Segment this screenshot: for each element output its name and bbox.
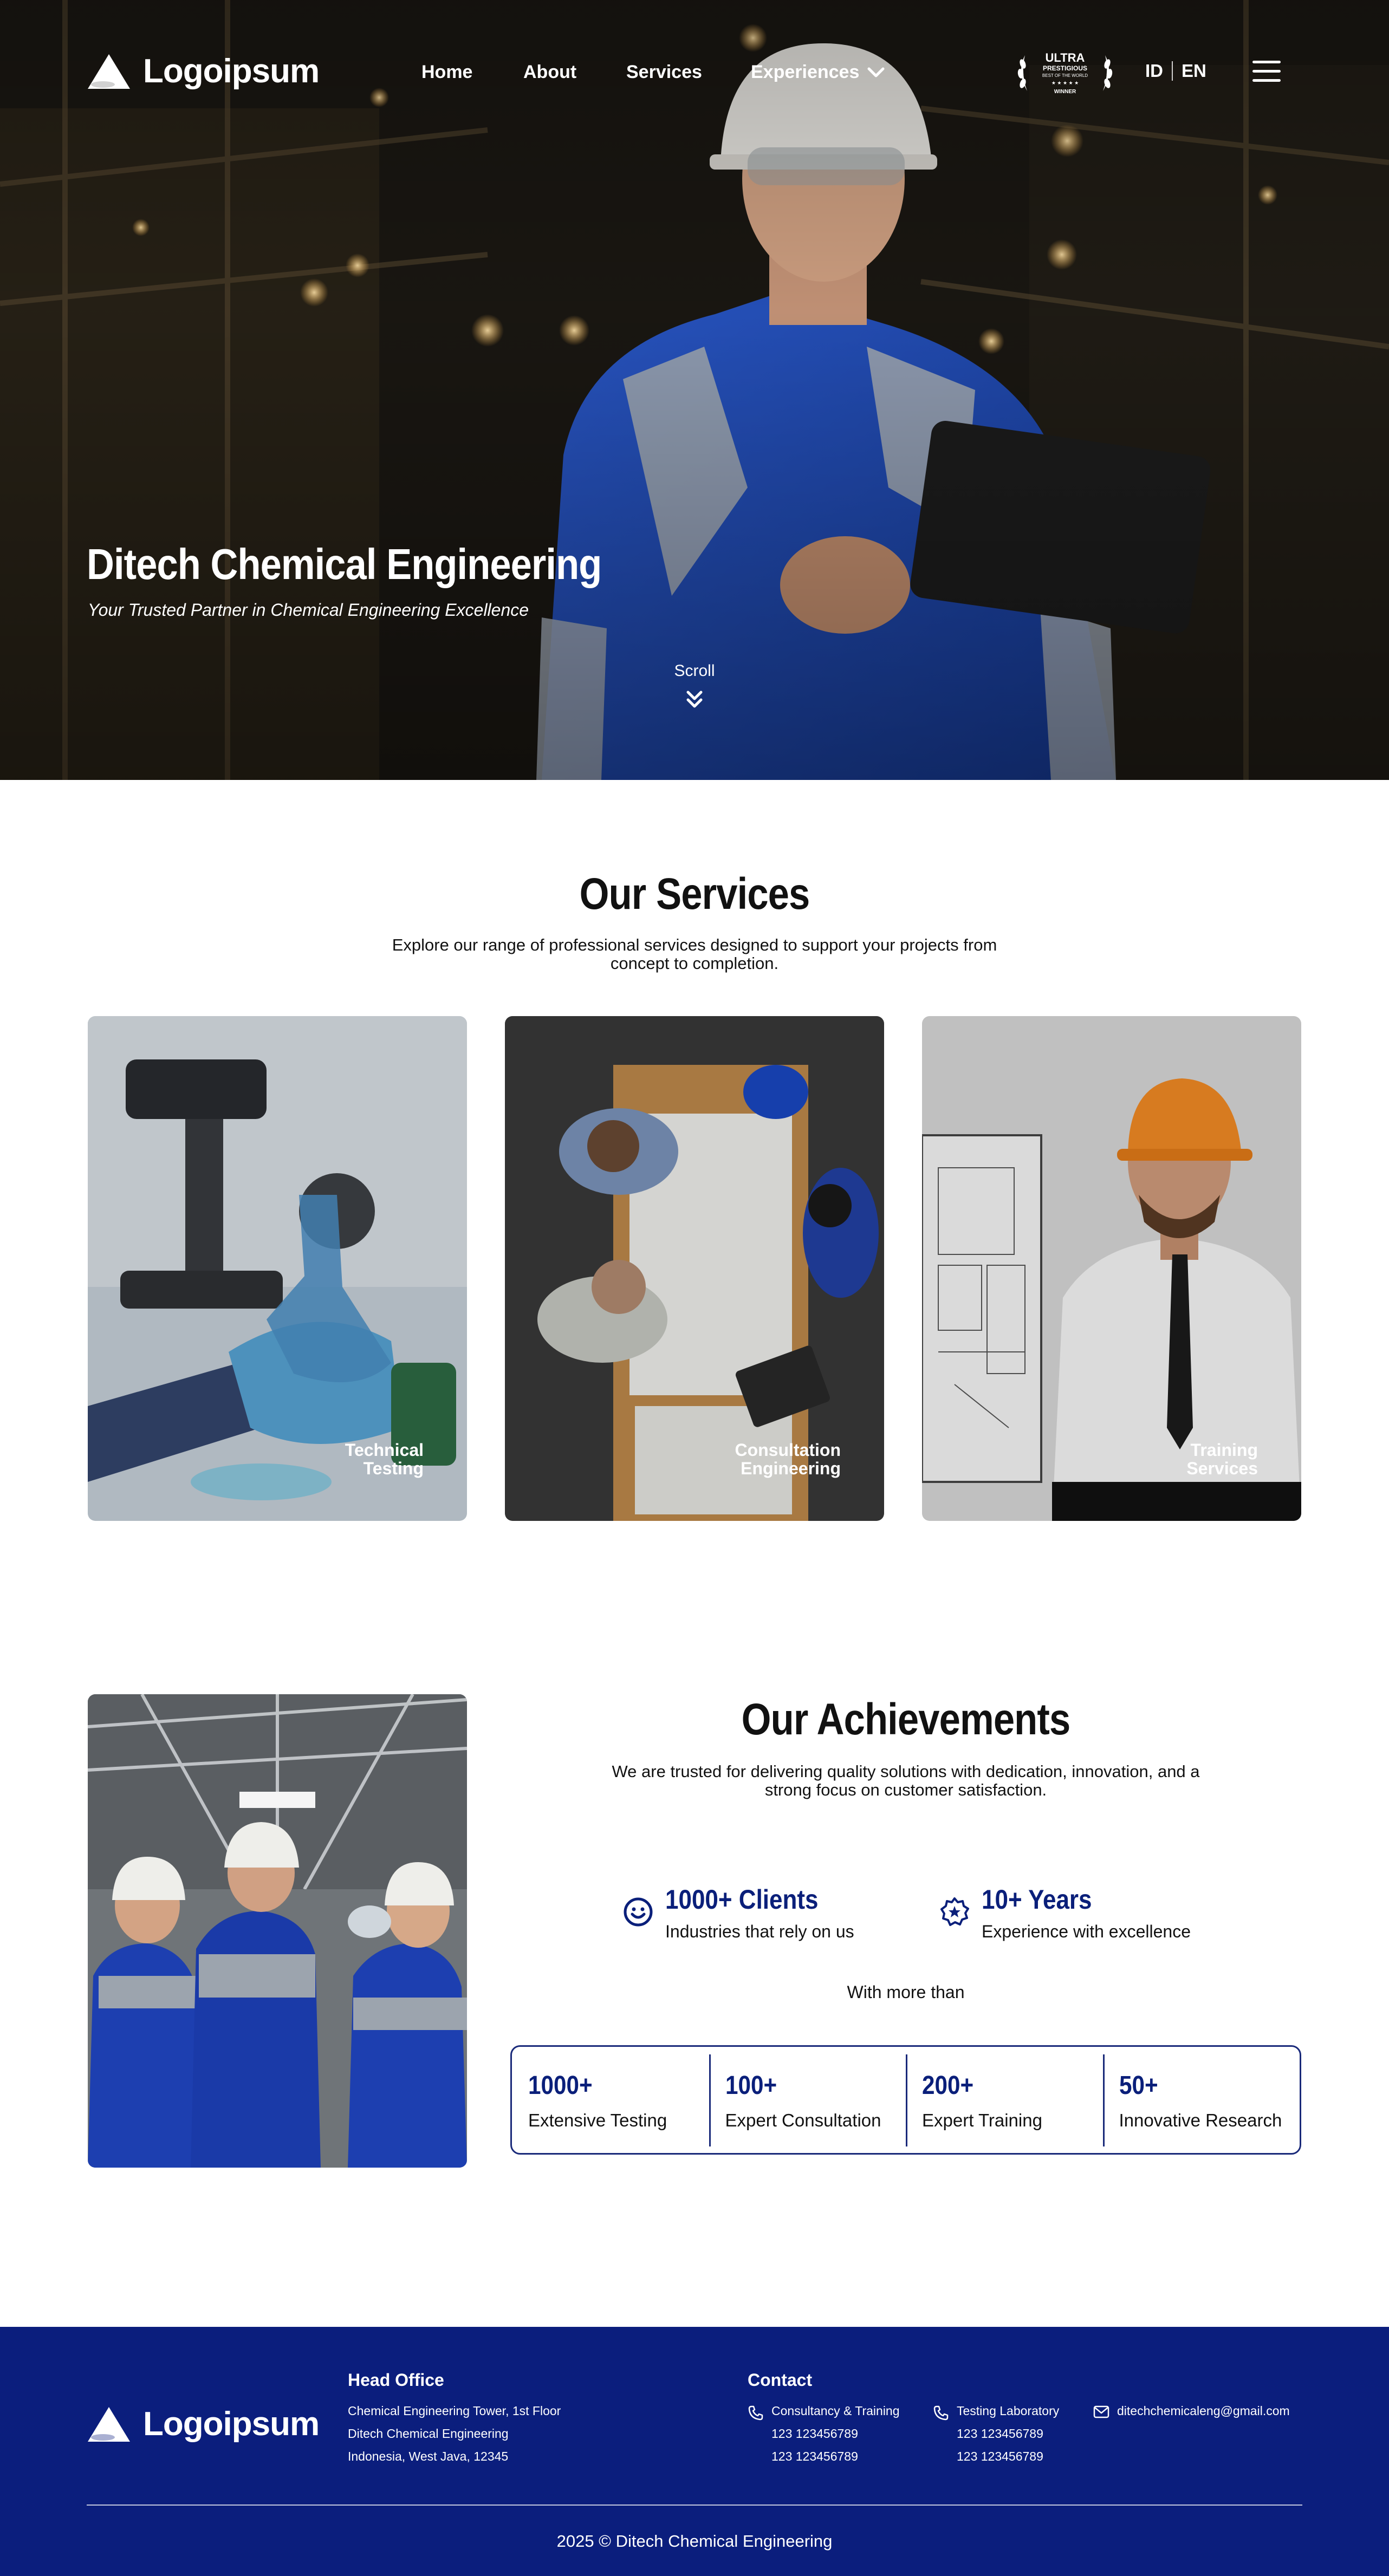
lang-id[interactable]: ID <box>1145 61 1163 81</box>
counter-label: Extensive Testing <box>528 2110 667 2130</box>
service-card-label: Technical Testing <box>345 1440 424 1478</box>
achievements-photo <box>88 1694 467 2168</box>
contact-phone[interactable]: 123 123456789 <box>957 2422 1059 2445</box>
nav-home[interactable]: Home <box>421 62 472 83</box>
phone-icon <box>748 2405 763 2421</box>
contact-phone[interactable]: 123 123456789 <box>957 2445 1059 2468</box>
footer-divider <box>87 2505 1302 2506</box>
star-badge-icon <box>940 1897 969 1926</box>
chevron-down-icon <box>867 67 885 77</box>
counter-number: 100+ <box>725 2071 777 2100</box>
counter-consultation: 100+ Expert Consultation <box>709 2047 906 2153</box>
badge-line3: BEST OF THE WORLD <box>1042 73 1088 78</box>
counter-number: 1000+ <box>528 2071 593 2100</box>
nav-experiences[interactable]: Experiences <box>751 62 885 83</box>
phone-icon <box>933 2405 949 2421</box>
stat-years-number: 10+ Years <box>982 1884 1092 1915</box>
language-switcher: ID EN <box>1145 61 1206 81</box>
with-more-than-label: With more than <box>847 1982 965 2002</box>
service-card-consultation-engineering[interactable]: Consultation Engineering <box>505 1016 884 1521</box>
mail-icon <box>1093 2405 1109 2418</box>
hero-subtitle: Your Trusted Partner in Chemical Enginee… <box>88 600 529 620</box>
hero-section: Logoipsum Home About Services Experience… <box>0 0 1389 780</box>
achievements-image-workers <box>88 1694 467 2168</box>
smile-icon <box>624 1897 653 1927</box>
scroll-indicator[interactable]: Scroll <box>640 662 749 711</box>
footer-logo[interactable]: Logoipsum <box>87 2405 320 2443</box>
site-header: Logoipsum Home About Services Experience… <box>0 0 1389 146</box>
counter-label: Expert Consultation <box>725 2110 881 2130</box>
stat-clients-label: Industries that rely on us <box>665 1922 854 1941</box>
footer-copyright: 2025 © Ditech Chemical Engineering <box>556 2532 833 2551</box>
service-card-label: Consultation Engineering <box>735 1440 841 1478</box>
award-badge: ULTRA PRESTIGIOUS BEST OF THE WORLD ★ ★ … <box>1017 51 1113 95</box>
stat-years-label: Experience with excellence <box>982 1922 1191 1941</box>
services-title: Our Services <box>579 869 810 919</box>
service-card-technical-testing[interactable]: Technical Testing <box>88 1016 467 1521</box>
contact-line: Testing Laboratory <box>957 2404 1060 2418</box>
achievements-title: Our Achievements <box>741 1695 1071 1744</box>
contact-title: Contact <box>748 2370 813 2390</box>
logo-icon <box>88 2406 130 2442</box>
stat-clients: 1000+ Clients Industries that rely on us <box>623 1884 854 1942</box>
head-office-address: Chemical Engineering Tower, 1st Floor Di… <box>348 2399 561 2468</box>
lang-divider <box>1172 61 1173 81</box>
counter-number: 200+ <box>922 2071 974 2100</box>
head-office-title: Head Office <box>348 2370 444 2390</box>
service-card-training-services[interactable]: Training Services <box>922 1016 1301 1521</box>
stat-clients-number: 1000+ Clients <box>665 1884 819 1915</box>
nav-services[interactable]: Services <box>626 62 702 83</box>
address-line: Chemical Engineering Tower, 1st Floor <box>348 2404 561 2418</box>
logo-text: Logoipsum <box>143 2405 320 2443</box>
logo-text: Logoipsum <box>143 53 320 90</box>
counter-testing: 1000+ Extensive Testing <box>512 2047 709 2153</box>
contact-email: ditechchemicaleng@gmail.com <box>1093 2399 1290 2422</box>
logo-icon <box>88 54 130 89</box>
double-chevron-down-icon <box>686 691 703 708</box>
achievement-counters: 1000+ Extensive Testing 100+ Expert Cons… <box>510 2045 1301 2155</box>
nav-experiences-label: Experiences <box>751 62 860 82</box>
nav-about[interactable]: About <box>523 62 576 83</box>
counter-label: Innovative Research <box>1119 2110 1282 2130</box>
badge-line1: ULTRA <box>1046 51 1085 64</box>
badge-line2: PRESTIGIOUS <box>1043 64 1087 72</box>
service-card-label: Training Services <box>1186 1440 1258 1478</box>
badge-stars: ★ ★ ★ ★ ★ <box>1052 80 1079 86</box>
counter-training: 200+ Expert Training <box>906 2047 1103 2153</box>
address-line: Indonesia, West Java, 12345 <box>348 2449 509 2463</box>
contact-phone[interactable]: 123 123456789 <box>771 2422 900 2445</box>
contact-line: Consultancy & Training <box>771 2404 900 2418</box>
contact-consultancy: Consultancy & Training 123 123456789 123… <box>748 2399 900 2468</box>
contact-email-address[interactable]: ditechchemicaleng@gmail.com <box>1117 2399 1290 2422</box>
header-logo[interactable]: Logoipsum <box>87 52 320 90</box>
achievements-description: We are trusted for delivering quality so… <box>612 1762 1200 1799</box>
address-line: Ditech Chemical Engineering <box>348 2427 509 2441</box>
contact-testing-lab: Testing Laboratory 123 123456789 123 123… <box>933 2399 1059 2468</box>
hamburger-menu-icon[interactable] <box>1252 61 1281 82</box>
scroll-label: Scroll <box>674 662 715 680</box>
counter-research: 50+ Innovative Research <box>1102 2047 1300 2153</box>
stat-years: 10+ Years Experience with excellence <box>939 1884 1191 1942</box>
lang-en[interactable]: EN <box>1182 61 1206 81</box>
services-description: Explore our range of professional servic… <box>392 935 997 973</box>
hero-title: Ditech Chemical Engineering <box>87 540 602 588</box>
badge-line4: WINNER <box>1054 89 1076 95</box>
counter-number: 50+ <box>1119 2071 1158 2100</box>
counter-label: Expert Training <box>922 2110 1042 2130</box>
contact-phone[interactable]: 123 123456789 <box>771 2445 900 2468</box>
